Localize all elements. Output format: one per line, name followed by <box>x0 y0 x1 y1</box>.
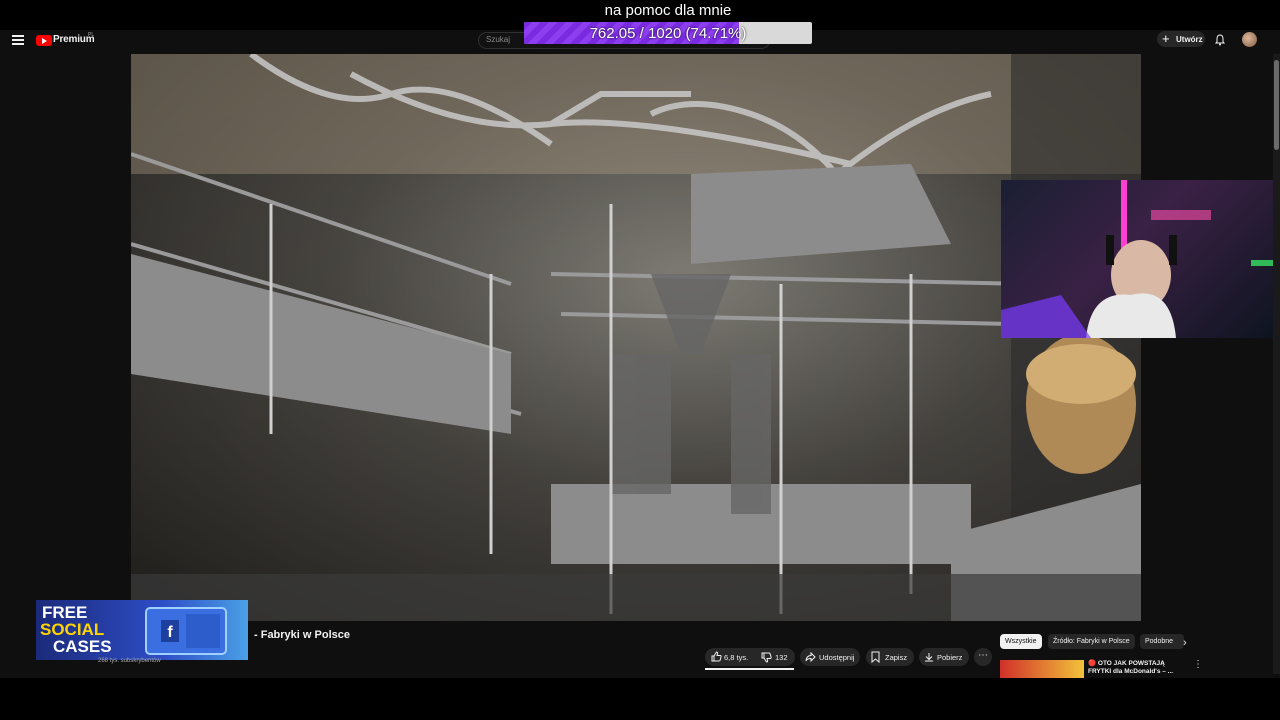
like-underline <box>705 668 794 670</box>
video-title: - Fabryki w Polsce <box>254 629 350 641</box>
share-icon <box>805 652 816 662</box>
recommendation-thumbnail[interactable] <box>1000 660 1084 678</box>
thumb-down-icon[interactable] <box>761 652 772 663</box>
share-label: Udostępnij <box>819 653 855 662</box>
more-vertical-icon[interactable]: ⋮ <box>1193 659 1203 670</box>
svg-text:f: f <box>167 624 173 641</box>
promo-line-3: CASES <box>53 637 112 656</box>
recommendation-title[interactable]: 🔴 OTO JAK POWSTAJĄ FRYTKI dla McDonald's… <box>1088 660 1183 676</box>
factory-scene-image <box>131 54 1141 621</box>
donation-goal-title: na pomoc dla mnie <box>604 2 732 19</box>
hamburger-icon[interactable] <box>12 35 24 45</box>
plus-icon: + <box>1162 31 1170 46</box>
chevron-right-icon[interactable]: › <box>1183 637 1187 649</box>
create-button-label: Utwórz <box>1176 35 1203 44</box>
thumb-up-icon[interactable] <box>711 651 722 662</box>
save-label: Zapisz <box>885 653 908 662</box>
download-label: Pobierz <box>937 653 963 662</box>
youtube-logo-icon[interactable] <box>36 35 52 46</box>
dislike-count[interactable]: 132 <box>775 653 788 662</box>
scrollbar-thumb[interactable] <box>1274 60 1279 150</box>
bell-icon[interactable] <box>1215 34 1225 46</box>
more-horizontal-icon[interactable]: ⋯ <box>974 648 992 666</box>
donation-goal-bar: 762.05 / 1020 (74.71%) <box>524 22 812 44</box>
avatar[interactable] <box>1242 32 1257 47</box>
search-placeholder: Szukaj <box>486 35 511 44</box>
subscriber-count: 268 tys. subskrybentów <box>98 658 161 664</box>
donation-goal-progress: 762.05 / 1020 (74.71%) <box>589 25 747 42</box>
like-count[interactable]: 6,8 tys. <box>724 653 748 662</box>
brand-region: PL <box>88 32 95 38</box>
video-player[interactable] <box>131 54 1141 621</box>
promo-line-1: FREE <box>42 603 88 622</box>
download-icon <box>925 653 933 662</box>
bottom-bar <box>0 678 1280 720</box>
bookmark-icon <box>871 651 880 663</box>
streamer-webcam <box>1001 180 1273 338</box>
chip-similar[interactable]: Podobne <box>1140 634 1184 649</box>
chip-all[interactable]: Wszystkie <box>1000 634 1042 649</box>
promo-line-2: SOCIAL <box>40 620 105 639</box>
chip-source[interactable]: Źródło: Fabryki w Polsce <box>1048 634 1135 649</box>
webcam-image <box>1001 180 1273 338</box>
